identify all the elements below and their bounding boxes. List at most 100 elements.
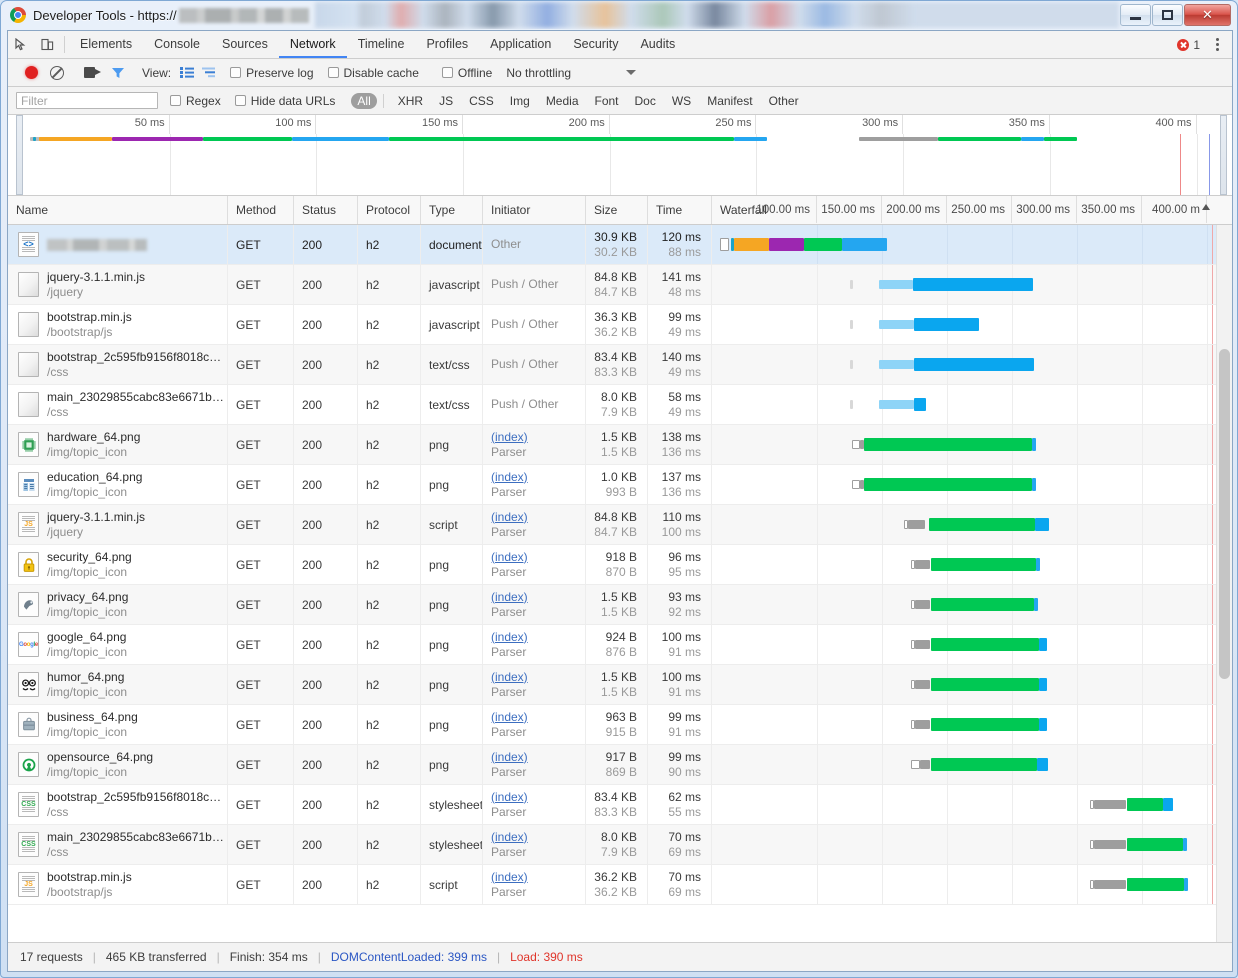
column-header-waterfall[interactable]: Waterfall 100.00 ms 150.00 ms 200.00 ms 250… bbox=[712, 196, 1232, 224]
record-button[interactable] bbox=[18, 66, 44, 79]
tab-timeline[interactable]: Timeline bbox=[347, 31, 416, 58]
tab-console[interactable]: Console bbox=[143, 31, 211, 58]
cell-initiator[interactable]: (index) Parser bbox=[483, 665, 586, 704]
cell-name[interactable]: <> bbox=[8, 225, 228, 264]
inspect-element-icon[interactable] bbox=[8, 31, 34, 58]
cell-name[interactable]: bootstrap.min.js/bootstrap/js bbox=[8, 305, 228, 344]
table-row[interactable]: Google google_64.png/img/topic_icon GET 200… bbox=[8, 625, 1232, 665]
column-header-protocol[interactable]: Protocol bbox=[358, 196, 421, 224]
maximize-button[interactable] bbox=[1152, 4, 1183, 26]
cell-initiator[interactable]: (index) Parser bbox=[483, 825, 586, 864]
waterfall-view-icon[interactable] bbox=[199, 65, 219, 81]
type-filter-other[interactable]: Other bbox=[763, 93, 805, 109]
cell-waterfall[interactable] bbox=[712, 865, 1232, 904]
minimize-button[interactable] bbox=[1120, 4, 1151, 26]
type-filter-media[interactable]: Media bbox=[540, 93, 585, 109]
kebab-menu-icon[interactable] bbox=[1208, 38, 1226, 51]
table-row[interactable]: education_64.png/img/topic_icon GET 200 h2 p… bbox=[8, 465, 1232, 505]
tab-application[interactable]: Application bbox=[479, 31, 562, 58]
device-toolbar-icon[interactable] bbox=[34, 31, 60, 58]
column-header-status[interactable]: Status bbox=[294, 196, 358, 224]
cell-initiator[interactable]: (index) Parser bbox=[483, 865, 586, 904]
cell-waterfall[interactable] bbox=[712, 625, 1232, 664]
table-row[interactable]: security_64.png/img/topic_icon GET 200 h2 pn… bbox=[8, 545, 1232, 585]
vertical-scrollbar[interactable] bbox=[1216, 225, 1232, 942]
cell-waterfall[interactable] bbox=[712, 785, 1232, 824]
clear-button[interactable] bbox=[44, 65, 70, 80]
type-filter-img[interactable]: Img bbox=[504, 93, 536, 109]
column-header-name[interactable]: Name bbox=[8, 196, 228, 224]
initiator-link[interactable]: (index) bbox=[491, 590, 528, 605]
initiator-link[interactable]: (index) bbox=[491, 430, 528, 445]
initiator-link[interactable]: (index) bbox=[491, 710, 528, 725]
column-header-initiator[interactable]: Initiator bbox=[483, 196, 586, 224]
cell-waterfall[interactable] bbox=[712, 825, 1232, 864]
initiator-link[interactable]: (index) bbox=[491, 470, 528, 485]
cell-initiator[interactable]: (index) Parser bbox=[483, 745, 586, 784]
cell-name[interactable]: business_64.png/img/topic_icon bbox=[8, 705, 228, 744]
cell-name[interactable]: opensource_64.png/img/topic_icon bbox=[8, 745, 228, 784]
initiator-link[interactable]: (index) bbox=[491, 670, 528, 685]
column-header-method[interactable]: Method bbox=[228, 196, 294, 224]
cell-name[interactable]: bootstrap_2c595fb9156f8018c27…/css bbox=[8, 345, 228, 384]
scrollbar-thumb[interactable] bbox=[1219, 349, 1230, 679]
cell-initiator[interactable]: Push / Other bbox=[483, 385, 586, 424]
type-filter-doc[interactable]: Doc bbox=[629, 93, 662, 109]
initiator-link[interactable]: (index) bbox=[491, 790, 528, 805]
throttling-select[interactable]: No throttling bbox=[506, 66, 637, 80]
cell-name[interactable]: education_64.png/img/topic_icon bbox=[8, 465, 228, 504]
tab-network[interactable]: Network bbox=[278, 31, 347, 58]
cell-name[interactable]: hardware_64.png/img/topic_icon bbox=[8, 425, 228, 464]
column-header-time[interactable]: Time bbox=[648, 196, 712, 224]
cell-initiator[interactable]: Other bbox=[483, 225, 586, 264]
table-row[interactable]: bootstrap_2c595fb9156f8018c27…/css GET 200… bbox=[8, 345, 1232, 385]
table-row[interactable]: CSS bootstrap_2c595fb9156f8018c27…/css GET… bbox=[8, 785, 1232, 825]
type-filter-ws[interactable]: WS bbox=[666, 93, 697, 109]
type-filter-xhr[interactable]: XHR bbox=[392, 93, 429, 109]
table-row[interactable]: JS bootstrap.min.js/bootstrap/js GET 200 h2 s… bbox=[8, 865, 1232, 905]
filter-funnel-icon[interactable] bbox=[105, 67, 131, 79]
cell-initiator[interactable]: (index) Parser bbox=[483, 545, 586, 584]
column-header-type[interactable]: Type bbox=[421, 196, 483, 224]
cell-waterfall[interactable] bbox=[712, 505, 1232, 544]
table-row[interactable]: bootstrap.min.js/bootstrap/js GET 200 h2 jav… bbox=[8, 305, 1232, 345]
table-row[interactable]: business_64.png/img/topic_icon GET 200 h2 pn… bbox=[8, 705, 1232, 745]
initiator-link[interactable]: (index) bbox=[491, 830, 528, 845]
cell-waterfall[interactable] bbox=[712, 265, 1232, 304]
cell-initiator[interactable]: (index) Parser bbox=[483, 585, 586, 624]
cell-initiator[interactable]: (index) Parser bbox=[483, 625, 586, 664]
cell-waterfall[interactable] bbox=[712, 705, 1232, 744]
cell-waterfall[interactable] bbox=[712, 425, 1232, 464]
overview-right-handle[interactable] bbox=[1220, 115, 1227, 195]
cell-waterfall[interactable] bbox=[712, 585, 1232, 624]
filter-input[interactable] bbox=[16, 92, 158, 109]
network-overview-timeline[interactable]: 50 ms 100 ms 150 ms 200 ms 250 ms 300 ms 350 m… bbox=[8, 115, 1232, 196]
camera-icon[interactable] bbox=[79, 67, 105, 78]
cell-waterfall[interactable] bbox=[712, 225, 1232, 264]
cell-initiator[interactable]: (index) Parser bbox=[483, 425, 586, 464]
initiator-link[interactable]: (index) bbox=[491, 550, 528, 565]
cell-waterfall[interactable] bbox=[712, 745, 1232, 784]
type-filter-manifest[interactable]: Manifest bbox=[701, 93, 758, 109]
initiator-link[interactable]: (index) bbox=[491, 750, 528, 765]
hide-data-urls-checkbox[interactable]: Hide data URLs bbox=[234, 94, 335, 108]
cell-waterfall[interactable] bbox=[712, 385, 1232, 424]
cell-initiator[interactable]: Push / Other bbox=[483, 305, 586, 344]
initiator-link[interactable]: (index) bbox=[491, 510, 528, 525]
cell-name[interactable]: JS bootstrap.min.js/bootstrap/js bbox=[8, 865, 228, 904]
offline-checkbox[interactable]: Offline bbox=[441, 66, 492, 80]
cell-name[interactable]: CSS main_23029855cabc83e6671ba1…/css bbox=[8, 825, 228, 864]
cell-name[interactable]: privacy_64.png/img/topic_icon bbox=[8, 585, 228, 624]
column-header-size[interactable]: Size bbox=[586, 196, 648, 224]
tab-profiles[interactable]: Profiles bbox=[415, 31, 479, 58]
tab-sources[interactable]: Sources bbox=[211, 31, 279, 58]
table-row[interactable]: jquery-3.1.1.min.js/jquery GET 200 h2 javasc… bbox=[8, 265, 1232, 305]
overview-left-handle[interactable] bbox=[16, 115, 23, 195]
regex-checkbox[interactable]: Regex bbox=[170, 94, 221, 108]
table-row[interactable]: CSS main_23029855cabc83e6671ba1…/css GET 20… bbox=[8, 825, 1232, 865]
preserve-log-checkbox[interactable]: Preserve log bbox=[230, 66, 314, 80]
cell-waterfall[interactable] bbox=[712, 345, 1232, 384]
cell-name[interactable]: JS jquery-3.1.1.min.js/jquery bbox=[8, 505, 228, 544]
disable-cache-checkbox[interactable]: Disable cache bbox=[327, 66, 419, 80]
cell-name[interactable]: Google google_64.png/img/topic_icon bbox=[8, 625, 228, 664]
